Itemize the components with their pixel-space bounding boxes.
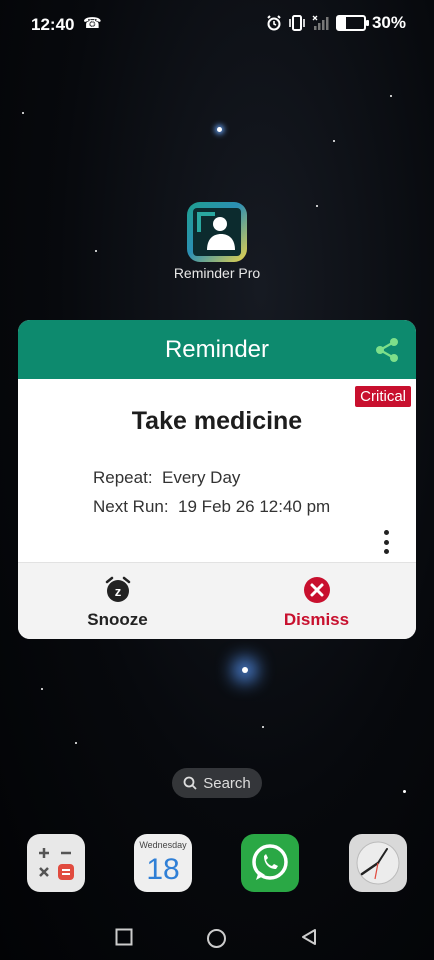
whatsapp-app[interactable] [241,834,299,892]
search-icon [183,776,197,790]
search-label: Search [203,774,251,792]
star [262,726,264,728]
card-header: Reminder [18,320,416,379]
recents-icon[interactable] [115,928,133,946]
card-title: Reminder [164,336,270,363]
calendar-weekday: Wednesday [139,840,187,850]
star [75,742,77,744]
status-time: 12:40 [31,15,75,34]
status-icons: 30% [266,13,406,33]
snooze-icon: z [105,576,130,602]
clock-icon [356,841,400,885]
snooze-label: Snooze [87,610,148,629]
clock-app[interactable] [349,834,407,892]
reminder-pro-app-icon[interactable] [187,202,247,262]
next-run-label: Next Run: [93,497,169,516]
repeat-label: Repeat: [93,468,153,487]
priority-badge: Critical [354,385,412,408]
home-icon[interactable] [206,928,227,949]
alarm-icon [267,15,281,31]
repeat-row: Repeat: Every Day [93,468,240,488]
dismiss-label: Dismiss [283,610,350,629]
search-bar[interactable]: Search [172,768,262,798]
navigation-bar [0,920,434,954]
person-icon [193,208,241,256]
vibrate-icon [289,15,305,31]
phone-call-icon: ☎ [83,15,102,32]
status-bar: 12:40 ☎ 30% [0,0,434,48]
battery-percent: 30% [371,13,406,32]
calculator-icon [39,848,74,880]
battery-charging-icon [335,15,369,31]
card-actions: z Snooze Dismiss [18,562,416,639]
star [403,790,406,793]
star [333,140,335,142]
share-icon[interactable] [374,337,400,363]
dismiss-button[interactable]: Dismiss [217,563,416,639]
reminder-card: Reminder Critical Take medicine Repeat: … [18,320,416,639]
app-label: Reminder Pro [173,265,261,281]
task-title: Take medicine [131,407,303,435]
dismiss-icon [303,577,330,603]
next-run-row: Next Run: 19 Feb 26 12:40 pm [93,497,330,517]
calculator-app[interactable] [27,834,85,892]
star [95,250,97,252]
star [316,205,318,207]
star [41,688,43,690]
calendar-app[interactable]: Wednesday 18 [134,834,192,892]
no-signal-icon [312,15,329,30]
svg-text:z: z [114,584,121,599]
snooze-button[interactable]: z Snooze [18,563,217,639]
more-options-icon[interactable] [376,528,396,556]
star [390,95,392,97]
star [217,127,222,132]
next-run-value: 19 Feb 26 12:40 pm [178,497,331,516]
back-icon[interactable] [300,928,318,946]
repeat-value: Every Day [162,468,241,487]
star [242,667,248,673]
star [22,112,24,114]
calendar-day: 18 [146,853,180,886]
whatsapp-icon [252,844,288,880]
